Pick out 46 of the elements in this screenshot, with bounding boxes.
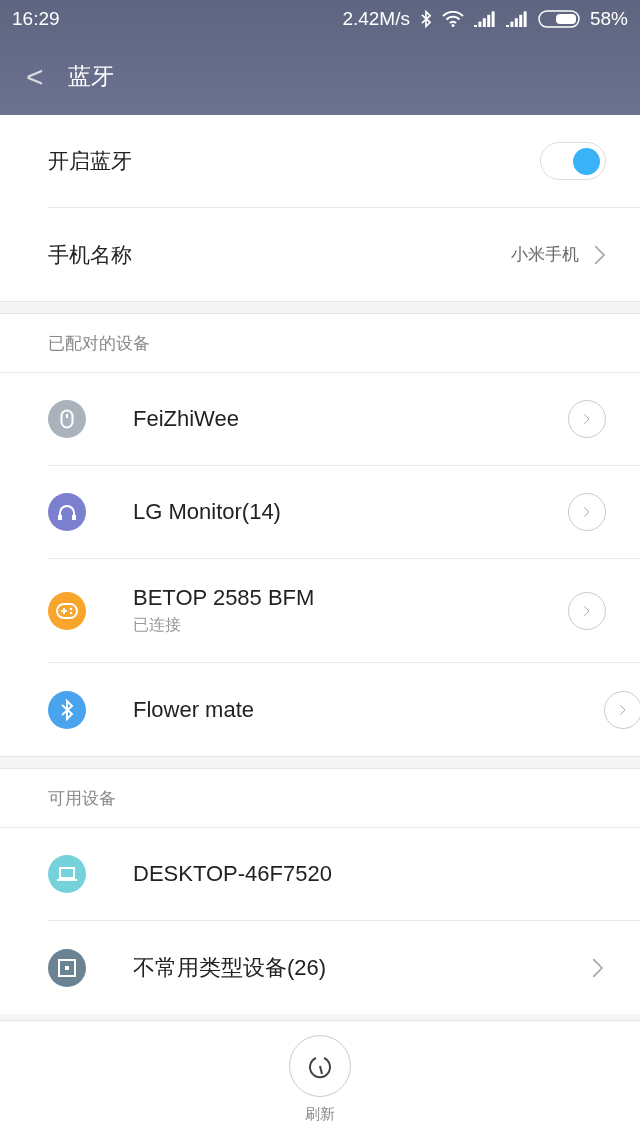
device-row[interactable]: Flower mate bbox=[48, 663, 640, 756]
back-button[interactable]: < bbox=[26, 59, 44, 94]
device-name: LG Monitor(14) bbox=[133, 499, 281, 525]
chevron-right-icon bbox=[592, 243, 606, 266]
network-speed: 2.42M/s bbox=[342, 8, 410, 30]
device-icon bbox=[58, 958, 76, 977]
details-button[interactable] bbox=[568, 493, 606, 531]
setting-label: 手机名称 bbox=[48, 241, 132, 268]
device-name: DESKTOP-46F7520 bbox=[133, 861, 332, 887]
chevron-right-icon bbox=[619, 703, 627, 716]
chevron-right-icon bbox=[583, 604, 591, 617]
signal-icon bbox=[473, 11, 496, 27]
device-name: 不常用类型设备(26) bbox=[133, 953, 327, 982]
chevron-right-icon bbox=[583, 506, 591, 518]
toggle-switch[interactable] bbox=[540, 142, 606, 180]
setting-value: 小米手机 bbox=[510, 244, 579, 266]
chevron-right-icon bbox=[583, 413, 591, 425]
details-button[interactable] bbox=[568, 400, 606, 438]
wifi-icon bbox=[441, 11, 464, 27]
device-row[interactable]: LG Monitor(14) bbox=[48, 466, 640, 559]
headphones-icon bbox=[57, 503, 77, 521]
device-name: BETOP 2585 BFM bbox=[133, 585, 315, 611]
battery-level: 58% bbox=[589, 8, 628, 30]
section-title: 已配对的设备 bbox=[0, 314, 640, 373]
device-row[interactable]: DESKTOP-46F7520 bbox=[48, 828, 640, 921]
device-row[interactable]: FeiZhiWee bbox=[48, 373, 640, 466]
device-status: 已连接 bbox=[133, 615, 182, 635]
bluetooth-icon bbox=[60, 698, 74, 721]
screen-title: 蓝牙 bbox=[67, 62, 114, 91]
device-row[interactable]: BETOP 2585 BFM 已连接 bbox=[48, 559, 640, 663]
device-name: FeiZhiWee bbox=[133, 406, 239, 432]
device-row[interactable]: 不常用类型设备(26) bbox=[48, 921, 640, 1014]
refresh-label: 刷新 bbox=[305, 1105, 335, 1124]
chevron-right-icon bbox=[590, 956, 604, 979]
details-button[interactable] bbox=[568, 591, 606, 630]
setting-label: 开启蓝牙 bbox=[48, 148, 132, 174]
mouse-icon bbox=[60, 409, 74, 429]
device-name: Flower mate bbox=[133, 696, 255, 723]
gamepad-icon bbox=[56, 602, 78, 619]
details-button[interactable] bbox=[604, 690, 640, 729]
signal-icon bbox=[505, 11, 528, 27]
time: 16:29 bbox=[12, 8, 60, 30]
bluetooth-icon bbox=[419, 10, 432, 28]
laptop-icon bbox=[56, 866, 78, 882]
section-title: 可用设备 bbox=[0, 769, 640, 828]
battery-icon bbox=[537, 10, 580, 28]
